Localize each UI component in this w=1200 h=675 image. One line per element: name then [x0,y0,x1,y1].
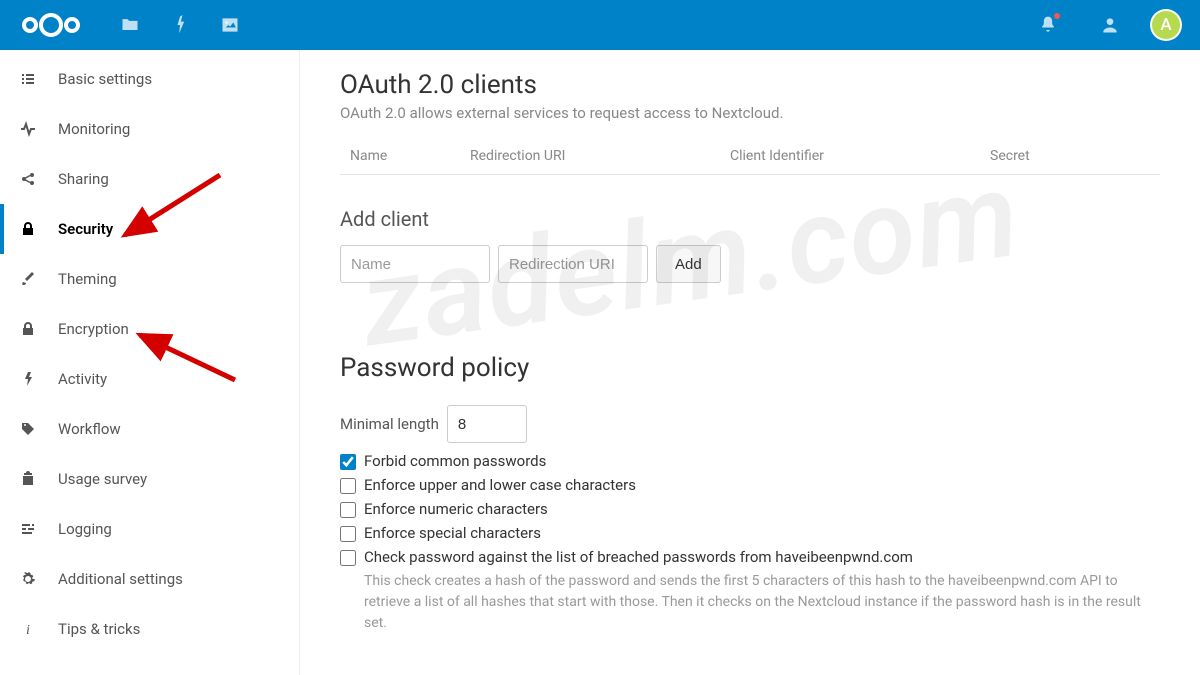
oauth-subtitle: OAuth 2.0 allows external services to re… [340,104,1160,122]
sidebar-item-label: Basic settings [58,70,152,88]
sidebar-item-label: Monitoring [58,120,130,138]
check-breach-label: Check password against the list of breac… [364,548,913,566]
enforce-special-row[interactable]: Enforce special characters [340,521,1160,545]
sidebar-item-tips-tricks[interactable]: i Tips & tricks [0,604,299,654]
notifications-icon[interactable] [1026,3,1070,47]
sidebar-item-label: Encryption [58,320,129,338]
lock-icon [18,321,38,337]
oauth-table-header: Name Redirection URI Client Identifier S… [340,140,1160,175]
pulse-icon [18,121,38,137]
col-name: Name [340,148,470,164]
bolt-icon [18,371,38,387]
activity-app-icon[interactable] [158,3,202,47]
minimal-length-input[interactable] [447,405,527,443]
col-secret: Secret [990,148,1160,164]
forbid-common-row[interactable]: Forbid common passwords [340,449,1160,473]
tag-icon [18,421,38,437]
lock-icon [18,221,38,237]
enforce-special-label: Enforce special characters [364,524,541,542]
sidebar-item-logging[interactable]: Logging [0,504,299,554]
check-breach-checkbox[interactable] [340,550,356,566]
minimal-length-label: Minimal length [340,415,439,433]
check-breach-hint: This check creates a hash of the passwor… [340,571,1160,634]
brush-icon [18,271,38,287]
enforce-case-row[interactable]: Enforce upper and lower case characters [340,473,1160,497]
share-icon [18,171,38,187]
sidebar-item-monitoring[interactable]: Monitoring [0,104,299,154]
sidebar-item-theming[interactable]: Theming [0,254,299,304]
gallery-app-icon[interactable] [208,3,252,47]
settings-content: OAuth 2.0 clients OAuth 2.0 allows exter… [300,50,1200,675]
add-button[interactable]: Add [656,245,721,283]
svg-text:i: i [26,623,30,637]
enforce-numeric-row[interactable]: Enforce numeric characters [340,497,1160,521]
sidebar-item-security[interactable]: Security [0,204,299,254]
sidebar-item-workflow[interactable]: Workflow [0,404,299,454]
sidebar-item-encryption[interactable]: Encryption [0,304,299,354]
sidebar-item-additional-settings[interactable]: Additional settings [0,554,299,604]
sidebar-item-label: Usage survey [58,470,147,488]
forbid-common-label: Forbid common passwords [364,452,546,470]
check-breach-row[interactable]: Check password against the list of breac… [340,545,1160,569]
sidebar-item-usage-survey[interactable]: Usage survey [0,454,299,504]
enforce-numeric-label: Enforce numeric characters [364,500,548,518]
list-icon [18,71,38,87]
sidebar-item-label: Logging [58,520,112,538]
sidebar-item-label: Activity [58,370,107,388]
sidebar-item-activity[interactable]: Activity [0,354,299,404]
col-client-identifier: Client Identifier [730,148,990,164]
sidebar-item-label: Theming [58,270,117,288]
enforce-numeric-checkbox[interactable] [340,502,356,518]
client-name-input[interactable] [340,245,490,283]
avatar[interactable]: A [1150,9,1182,41]
header-right: A [1026,3,1190,47]
add-client-title: Add client [340,207,1160,231]
sidebar-item-basic-settings[interactable]: Basic settings [0,54,299,104]
oauth-title: OAuth 2.0 clients [340,70,1160,100]
sidebar-item-label: Workflow [58,420,121,438]
password-policy-title: Password policy [340,353,1160,383]
enforce-special-checkbox[interactable] [340,526,356,542]
info-icon: i [18,621,38,637]
app-header: A [0,0,1200,50]
sidebar-item-label: Sharing [58,170,109,188]
forbid-common-checkbox[interactable] [340,454,356,470]
header-left [10,3,252,47]
col-redirection-uri: Redirection URI [470,148,730,164]
nextcloud-logo-icon[interactable] [20,9,82,41]
settings-sidebar: Basic settings Monitoring Sharing Securi… [0,50,300,675]
contacts-icon[interactable] [1088,3,1132,47]
sidebar-item-label: Tips & tricks [58,620,140,638]
clipboard-icon [18,471,38,487]
enforce-case-checkbox[interactable] [340,478,356,494]
enforce-case-label: Enforce upper and lower case characters [364,476,636,494]
sidebar-item-label: Additional settings [58,570,183,588]
sidebar-item-sharing[interactable]: Sharing [0,154,299,204]
files-app-icon[interactable] [108,3,152,47]
redirection-uri-input[interactable] [498,245,648,283]
gear-icon [18,571,38,587]
sidebar-item-label: Security [58,220,113,238]
toggles-icon [18,521,38,537]
